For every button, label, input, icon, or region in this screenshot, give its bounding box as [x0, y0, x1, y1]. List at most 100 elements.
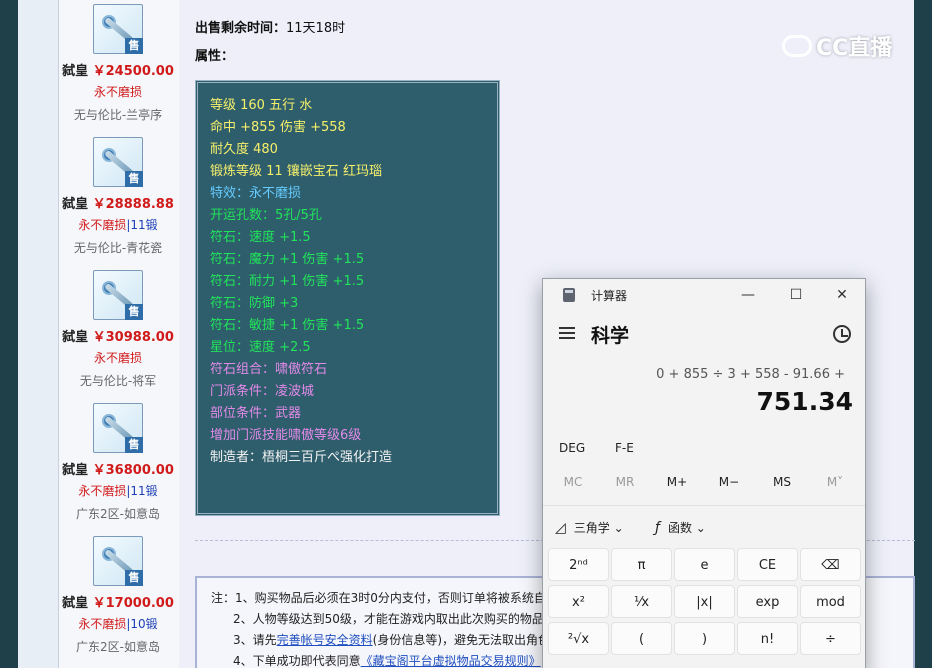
wear-label: 永不磨损	[78, 218, 127, 232]
trigonometry-dropdown[interactable]: ◿ 三角学 ⌄	[555, 519, 624, 536]
memory-store-button[interactable]: MS	[760, 475, 804, 489]
item-name[interactable]: 弑皇	[62, 596, 88, 611]
sale-badge: 售	[125, 38, 143, 54]
absolute-key[interactable]: |x|	[674, 585, 735, 618]
sqrt-key[interactable]: ²√x	[548, 622, 609, 655]
function-dropdown[interactable]: ƒ 函数 ⌄	[655, 519, 706, 536]
sale-badge: 售	[125, 171, 143, 187]
attr-line: 等级 160 五行 水	[210, 98, 313, 113]
divide-key[interactable]: ÷	[800, 622, 861, 655]
item-name[interactable]: 弑皇	[62, 330, 88, 345]
backspace-key[interactable]: ⌫	[800, 548, 861, 581]
reciprocal-key[interactable]: ¹⁄x	[611, 585, 672, 618]
attr-line: 增加门派技能啸傲等级6级	[210, 428, 362, 443]
angle-mode-button[interactable]: DEG	[559, 441, 585, 455]
close-icon[interactable]: ✕	[830, 285, 854, 305]
item-price: ￥28888.88	[92, 197, 174, 212]
maximize-icon[interactable]: ☐	[784, 285, 808, 305]
attr-line: 制造者：梧桐三百斤ぺ强化打造	[210, 450, 393, 465]
attr-line: 命中 +855 伤害 +558	[210, 120, 346, 135]
result-display: 751.34	[756, 387, 853, 416]
triangle-icon: ◿	[555, 520, 566, 536]
attr-line: 符石：敏捷 +1 伤害 +1.5	[210, 318, 365, 333]
attr-line: 开运孔数：5孔/5孔	[210, 208, 322, 223]
attr-heading-row: 属性：	[195, 45, 234, 64]
weapon-thumbnail[interactable]: 售	[93, 4, 143, 54]
item-name[interactable]: 弑皇	[62, 64, 88, 79]
calculator-header: 科学	[543, 319, 865, 351]
note-text: 4、下单成功即代表同意	[233, 654, 361, 668]
sale-badge: 售	[125, 437, 143, 453]
close-paren-key[interactable]: )	[674, 622, 735, 655]
listing-sidebar: 售 弑皇 ￥24500.00 永不磨损 无与伦比-兰亭序 售 弑皇 ￥28888…	[18, 0, 180, 668]
pi-key[interactable]: π	[611, 548, 672, 581]
forge-level: |11锻	[126, 484, 158, 498]
attr-line: 部位条件：武器	[210, 406, 302, 421]
attr-line: 星位：速度 +2.5	[210, 340, 311, 355]
memory-list-button[interactable]: M˅	[813, 475, 857, 489]
memory-add-button[interactable]: M+	[655, 475, 699, 489]
note-text: (身份信息等)，避免无法取出角色	[372, 633, 551, 647]
time-left-row: 出售剩余时间：11天18时	[195, 17, 345, 36]
clear-entry-key[interactable]: CE	[737, 548, 798, 581]
second-function-key[interactable]: 2ⁿᵈ	[548, 548, 609, 581]
cloud-logo-icon	[782, 35, 812, 57]
stream-watermark: CC直播	[782, 30, 892, 62]
calculator-app-icon	[563, 288, 575, 302]
wear-label: 永不磨损	[93, 351, 142, 365]
sale-badge: 售	[125, 570, 143, 586]
time-left-value: 11天18时	[286, 21, 346, 36]
time-left-label: 出售剩余时间：	[195, 21, 287, 36]
sale-badge: 售	[125, 304, 143, 320]
euler-key[interactable]: e	[674, 548, 735, 581]
attr-line: 门派条件：凌波城	[210, 384, 315, 399]
item-price: ￥17000.00	[92, 596, 174, 611]
item-price: ￥30988.00	[92, 330, 174, 345]
fe-button[interactable]: F-E	[615, 441, 634, 455]
wear-label: 永不磨损	[93, 85, 142, 99]
mod-key[interactable]: mod	[800, 585, 861, 618]
item-name[interactable]: 弑皇	[62, 197, 88, 212]
calculator-window[interactable]: 计算器 — ☐ ✕ 科学 0 + 855 ÷ 3 + 558 - 91.66 +…	[542, 278, 866, 668]
memory-clear-button[interactable]: MC	[551, 475, 595, 489]
function-icon: ƒ	[655, 520, 660, 536]
attr-line: 锻炼等级 11 镶嵌宝石 红玛瑙	[210, 164, 382, 179]
attr-line: 耐久度 480	[210, 142, 278, 157]
watermark-text: CC直播	[816, 36, 893, 61]
factorial-key[interactable]: n!	[737, 622, 798, 655]
calculator-titlebar[interactable]: 计算器 — ☐ ✕	[543, 279, 865, 311]
item-name[interactable]: 弑皇	[62, 463, 88, 478]
trade-rules-link[interactable]: 《藏宝阁平台虚拟物品交易规则》	[361, 654, 541, 668]
attr-line: 符石：耐力 +1 伤害 +1.5	[210, 274, 365, 289]
note-text: 3、请先	[233, 633, 277, 647]
attr-line: 符石：防御 +3	[210, 296, 299, 311]
attr-line: 符石：魔力 +1 伤害 +1.5	[210, 252, 365, 267]
memory-recall-button[interactable]: MR	[603, 475, 647, 489]
calculator-mode-title: 科学	[591, 325, 630, 347]
page-frame-left	[0, 0, 18, 668]
page-frame-right	[914, 0, 932, 668]
square-key[interactable]: x²	[548, 585, 609, 618]
exp-key[interactable]: exp	[737, 585, 798, 618]
weapon-thumbnail[interactable]: 售	[93, 137, 143, 187]
attr-line: 特效：永不磨损	[210, 186, 302, 201]
open-paren-key[interactable]: (	[611, 622, 672, 655]
forge-level: |10锻	[126, 617, 158, 631]
memory-subtract-button[interactable]: M−	[707, 475, 751, 489]
func-label: 函数	[667, 521, 692, 535]
weapon-thumbnail[interactable]: 售	[93, 403, 143, 453]
item-price: ￥24500.00	[92, 64, 174, 79]
attribute-box: 等级 160 五行 水 命中 +855 伤害 +558 耐久度 480 锻炼等级…	[195, 80, 500, 516]
forge-level: |11锻	[126, 218, 158, 232]
minimize-icon[interactable]: —	[736, 285, 760, 305]
history-icon[interactable]	[833, 325, 851, 343]
expression-display: 0 + 855 ÷ 3 + 558 - 91.66 +	[656, 367, 845, 382]
weapon-thumbnail[interactable]: 售	[93, 270, 143, 320]
calculator-divider	[543, 505, 865, 506]
hamburger-menu-icon[interactable]	[559, 327, 575, 339]
item-price: ￥36800.00	[92, 463, 174, 478]
trig-label: 三角学	[573, 521, 610, 535]
attr-line: 符石：速度 +1.5	[210, 230, 311, 245]
account-security-link[interactable]: 完善帐号安全资料	[277, 633, 373, 647]
weapon-thumbnail[interactable]: 售	[93, 536, 143, 586]
